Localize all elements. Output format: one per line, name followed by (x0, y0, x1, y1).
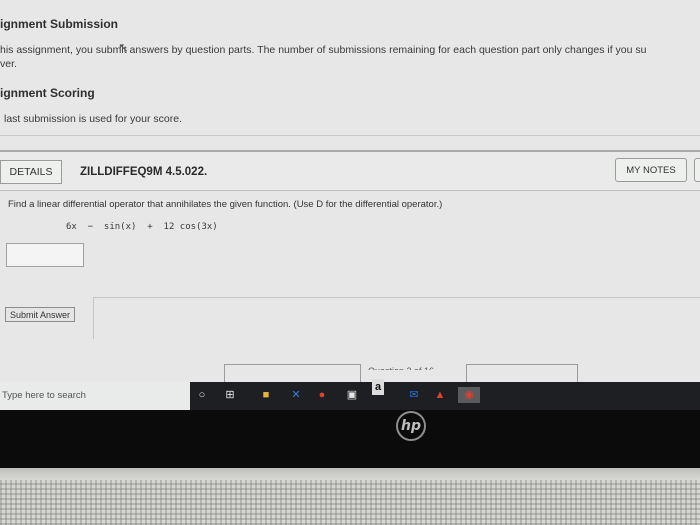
divider (93, 297, 700, 298)
answer-input[interactable] (6, 243, 84, 267)
next-question-button[interactable] (466, 364, 578, 382)
submit-answer-button[interactable]: Submit Answer (5, 307, 76, 322)
question-id: ZILLDIFFEQ9M 4.5.022. (80, 166, 208, 178)
my-notes-button[interactable]: MY NOTES (615, 158, 687, 182)
store-icon[interactable]: ▣ (344, 387, 360, 403)
file-explorer-icon[interactable]: ■ (258, 387, 274, 403)
edge-icon[interactable]: ✕ (288, 387, 304, 403)
question-header: DETAILS ZILLDIFFEQ9M 4.5.022. MY NOTES (0, 150, 700, 191)
taskbar-search[interactable]: Type here to search (0, 382, 190, 410)
assignment-submission-text-2: ver. (0, 58, 17, 70)
windows-taskbar: Type here to search ○ ⊞ ■ ✕ ● ▣ a ✉ ▲ ◉ (0, 379, 700, 410)
question-pager: Question 2 of 16 (368, 366, 435, 376)
hp-logo: hp (396, 411, 426, 441)
chrome-icon[interactable]: ● (314, 387, 330, 403)
previous-question-button[interactable] (224, 364, 361, 382)
speaker-grille (0, 480, 700, 525)
task-view-icon[interactable]: ⊞ (222, 387, 238, 403)
search-placeholder: Type here to search (2, 390, 86, 401)
assignment-submission-heading: ignment Submission (0, 17, 119, 31)
browser-content: ignment Submission his assignment, you s… (0, 0, 700, 382)
assignment-scoring-text: last submission is used for your score. (4, 113, 182, 125)
assignment-submission-text-1: his assignment, you submit answers by qu… (0, 44, 647, 56)
divider (0, 135, 700, 136)
assignment-scoring-heading: ignment Scoring (0, 86, 95, 100)
given-function: 6x − sin(x) + 12 cos(3x) (66, 222, 218, 232)
amazon-app-icon[interactable]: a (372, 379, 384, 395)
ask-teacher-button[interactable] (694, 158, 700, 182)
cortana-icon[interactable]: ○ (194, 387, 210, 403)
laptop-hinge (0, 468, 700, 480)
active-chrome-icon[interactable]: ◉ (458, 387, 480, 403)
app-icon[interactable]: ▲ (432, 387, 448, 403)
laptop-bezel (0, 410, 700, 468)
mouse-cursor-icon: ↖ (118, 40, 129, 55)
divider (93, 297, 94, 339)
mail-icon[interactable]: ✉ (406, 387, 422, 403)
details-button[interactable]: DETAILS (0, 160, 62, 184)
question-prompt: Find a linear differential operator that… (8, 199, 443, 210)
